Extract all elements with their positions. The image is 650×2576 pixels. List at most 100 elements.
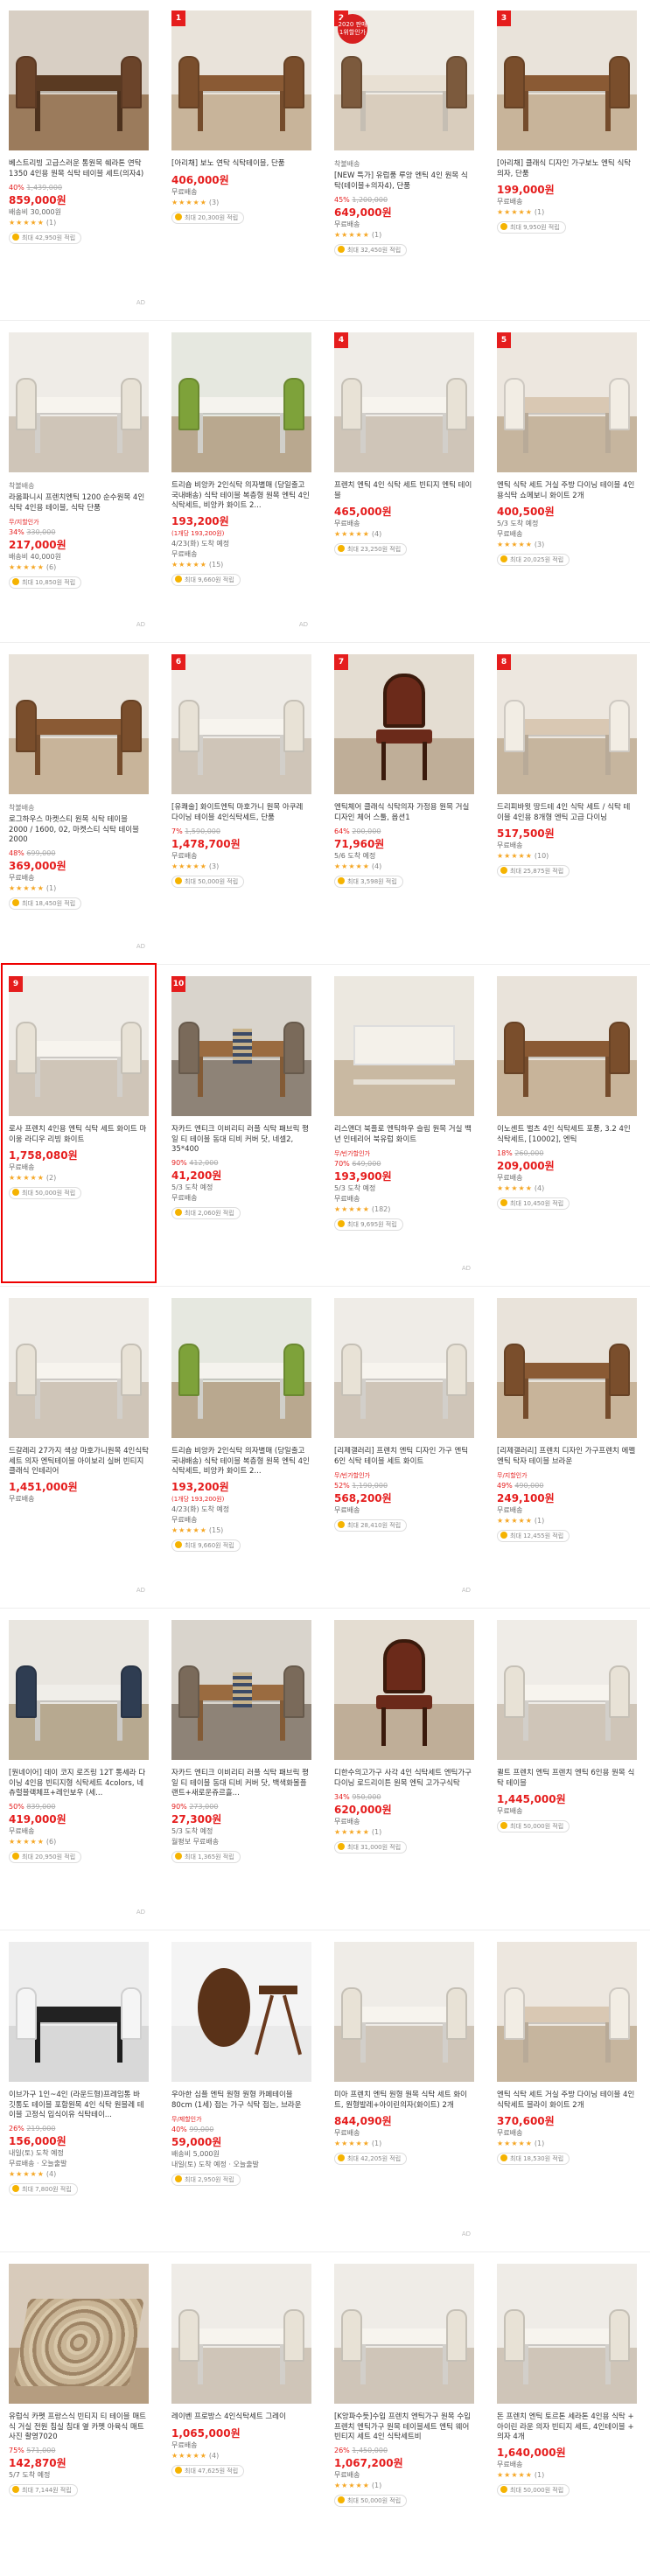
product-title[interactable]: [아리채] 클래식 디자인 가구보노 엔틱 식탁의자, 단품 <box>497 159 637 179</box>
product-title[interactable]: 드리피바윗 땅드테 4인 식탁 세트 / 식탁 테이블 4인용 8개형 엔틱 고… <box>497 803 637 823</box>
product-thumbnail[interactable]: 6 <box>171 654 311 794</box>
reward-points: 최대 47,625원 적립 <box>171 2464 245 2477</box>
product-title[interactable]: [유쾌술] 화이트엔틱 마호가니 원목 아쿠레 다이닝 테이블 4인식탁세트, … <box>171 803 311 823</box>
product-thumbnail[interactable] <box>171 2264 311 2404</box>
product-title[interactable]: 엔틱 식탁 세트 거실 주방 다이닝 테이블 4인 식탁세트 블라이 화이트 2… <box>497 2091 637 2111</box>
product-card[interactable]: 3 [아리채] 클래식 디자인 가구보노 엔틱 식탁의자, 단품 199,000원 무… <box>492 0 642 315</box>
product-thumbnail[interactable]: 4 <box>334 332 474 472</box>
product-title[interactable]: [리제갤러리] 프렌치 엔틱 디자인 가구 엔틱 6인 식탁 테이블 세트 화이… <box>334 1447 474 1467</box>
product-thumbnail[interactable]: 8 <box>497 654 637 794</box>
product-card[interactable]: 6 [유쾌술] 화이트엔틱 마호가니 원목 아쿠레 다이닝 테이블 4인식탁세트,… <box>166 644 317 959</box>
product-thumbnail[interactable]: 3 <box>497 10 637 150</box>
product-title[interactable]: [리제갤러리] 프렌치 디자인 가구프렌치 에펠 엔틱 탁자 테이블 브라운 <box>497 1447 637 1467</box>
product-thumbnail[interactable] <box>334 1942 474 2082</box>
product-thumbnail[interactable] <box>171 1942 311 2082</box>
product-card[interactable]: 자카드 엔티크 이비리티 러플 식탁 패브릭 평일 티 테이블 동대 티비 커버… <box>166 1609 317 1924</box>
product-thumbnail[interactable] <box>171 332 311 472</box>
product-thumbnail[interactable]: 1 <box>171 10 311 150</box>
product-thumbnail[interactable] <box>334 1298 474 1438</box>
product-title[interactable]: 미아 프렌치 엔틱 원형 원목 식탁 세트 화이트, 원형발레+아이린의자(화이… <box>334 2091 474 2111</box>
product-thumbnail[interactable]: 9 <box>9 976 149 1116</box>
product-card[interactable]: 유럽식 카펫 프랑스식 빈티지 티 테이블 매트 식 거실 전원 침실 침대 옆… <box>3 2253 154 2568</box>
product-card[interactable]: [리제갤러리] 프렌치 엔틱 디자인 가구 엔틱 6인 식탁 테이블 세트 화이… <box>329 1288 479 1602</box>
product-card[interactable]: 엔틱 식탁 세트 거실 주방 다이닝 테이블 4인 식탁세트 블라이 화이트 2… <box>492 1931 642 2246</box>
product-title[interactable]: 드갈레리 27가지 색상 마호가니원목 4인식탁세트 의자 엔틱테이블 아이보리… <box>9 1447 149 1476</box>
product-card[interactable]: 디한수의고가구 사각 4인 식탁세트 엔틱가구 다이닝 로드리이튼 원목 엔틱 … <box>329 1609 479 1924</box>
product-card[interactable]: 우아한 심플 엔틱 원형 원형 카페테이블 80cm (1세) 접는 가구 식탁… <box>166 1931 317 2246</box>
product-title[interactable]: 트리숍 비앙카 2인식탁 의자별매 (당일출고 국내배송) 식탁 테이블 복층형… <box>171 1447 311 1476</box>
product-thumbnail[interactable] <box>9 1942 149 2082</box>
product-thumbnail[interactable] <box>497 1942 637 2082</box>
product-card[interactable]: 착불배송 로그하우스 마켓스티 원목 식탁 테이블 2000 / 1600, 02… <box>3 644 154 959</box>
delivery-info-secondary: 무료배송 · 오늘출발 <box>9 2160 67 2168</box>
product-thumbnail[interactable]: 22020 판매 1위할인가 <box>334 10 474 150</box>
product-card[interactable]: 레이벤 프로방스 4인식탁세트 그레이 1,065,000원 무료배송 ★★★★★ (4… <box>166 2253 317 2568</box>
product-card[interactable]: 4 프렌치 엔틱 4인 식탁 세트 빈티지 엔틱 테이블 465,000원 무료배송 ★… <box>329 322 479 637</box>
product-title[interactable]: 엔틱 식탁 세트 거실 주방 다이닝 테이블 4인용식탁 쇼메보니 화이트 2개 <box>497 481 637 501</box>
product-card[interactable]: 이브가구 1인~4인 (라운드형)프레임통 바 깃통도 테이블 포함원목 4인 … <box>3 1931 154 2246</box>
product-title[interactable]: 돈 프렌치 엔틱 토르톤 세라톤 4인용 식탁 + 아이린 라운 의자 빈티지 … <box>497 2412 637 2442</box>
product-title[interactable]: 로그하우스 마켓스티 원목 식탁 테이블 2000 / 1600, 02, 마켓… <box>9 815 149 845</box>
product-thumbnail[interactable] <box>9 2264 149 2404</box>
product-title[interactable]: 라움파니시 프렌치엔틱 1200 순수원목 4인 식탁 4인용 테이블, 식탁 … <box>9 493 149 513</box>
product-title[interactable]: 트리숍 비앙카 2인식탁 의자별매 (당일출고 국내배송) 식탁 테이블 복층형… <box>171 481 311 511</box>
product-card[interactable]: 트리숍 비앙카 2인식탁 의자별매 (당일출고 국내배송) 식탁 테이블 복층형… <box>166 322 317 637</box>
product-thumbnail[interactable] <box>334 976 474 1116</box>
product-card[interactable]: 9 로사 프렌치 4인용 엔틱 식탁 세트 화이트 마이웅 라디우 리빙 화이트 1… <box>1 963 157 1283</box>
product-card[interactable]: 돈 프렌치 엔틱 토르톤 세라톤 4인용 식탁 + 아이린 라운 의자 빈티지 … <box>492 2253 642 2568</box>
product-thumbnail[interactable] <box>334 1620 474 1760</box>
product-card[interactable]: 착불배송 라움파니시 프렌치엔틱 1200 순수원목 4인 식탁 4인용 테이블,… <box>3 322 154 637</box>
product-card[interactable]: [K앙파수듯]수입 프렌치 엔틱가구 원목 수입 프렌치 엔틱가구 원목 테이블… <box>329 2253 479 2568</box>
product-title[interactable]: 레이벤 프로방스 4인식탁세트 그레이 <box>171 2412 311 2423</box>
product-thumbnail[interactable]: 10 <box>171 976 311 1116</box>
product-thumbnail[interactable] <box>497 1298 637 1438</box>
product-thumbnail[interactable]: 5 <box>497 332 637 472</box>
product-card[interactable]: 8 드리피바윗 땅드테 4인 식탁 세트 / 식탁 테이블 4인용 8개형 엔틱 … <box>492 644 642 959</box>
product-card[interactable]: 22020 판매 1위할인가착불배송 [NEW 특가] 유럽풍 루앙 엔틱 4인 … <box>329 0 479 315</box>
product-title[interactable]: 로사 프렌치 4인용 엔틱 식탁 세트 화이트 마이웅 라디우 리빙 화이트 <box>9 1125 149 1145</box>
product-title[interactable]: [NEW 특가] 유럽풍 루앙 엔틱 4인 원목 식탁(테이블+의자4), 단품 <box>334 171 474 192</box>
product-thumbnail[interactable] <box>497 2264 637 2404</box>
delivery-info: 무료배송 <box>497 2461 523 2468</box>
product-thumbnail[interactable] <box>171 1298 311 1438</box>
product-title[interactable]: 자카드 엔티크 이비리티 러플 식탁 패브릭 평일 티 테이블 동대 티비 커버… <box>171 1125 311 1155</box>
product-thumbnail[interactable]: 7 <box>334 654 474 794</box>
product-card[interactable]: 드갈레리 27가지 색상 마호가니원목 4인식탁세트 의자 엔틱테이블 아이보리… <box>3 1288 154 1602</box>
product-thumbnail[interactable] <box>497 976 637 1116</box>
product-thumbnail[interactable] <box>171 1620 311 1760</box>
product-card[interactable]: 7 엔틱체어 클래식 식탁의자 가정용 원목 거실 디자인 체어 스툴, 옵션1 6… <box>329 644 479 959</box>
product-thumbnail[interactable] <box>9 1298 149 1438</box>
photo-chair <box>178 1344 199 1396</box>
product-title[interactable]: 우아한 심플 엔틱 원형 원형 카페테이블 80cm (1세) 접는 가구 식탁… <box>171 2091 311 2111</box>
product-card[interactable]: [리제갤러리] 프렌치 디자인 가구프렌치 에펠 엔틱 탁자 테이블 브라운 무/… <box>492 1288 642 1602</box>
product-title[interactable]: 자카드 엔티크 이비리티 러플 식탁 패브릭 평일 티 테이블 동대 티비 커버… <box>171 1769 311 1798</box>
product-title[interactable]: 엔틱체어 클래식 식탁의자 가정용 원목 거실 디자인 체어 스툴, 옵션1 <box>334 803 474 823</box>
product-card[interactable]: 트리숍 비앙카 2인식탁 의자별매 (당일출고 국내배송) 식탁 테이블 복층형… <box>166 1288 317 1602</box>
product-title[interactable]: [아리채] 보노 연탁 식탁테이블, 단품 <box>171 159 311 170</box>
product-title[interactable]: 프렌치 엔틱 4인 식탁 세트 빈티지 엔틱 테이블 <box>334 481 474 501</box>
product-thumbnail[interactable] <box>497 1620 637 1760</box>
product-title[interactable]: 리스앤더 북플로 엔틱하우 슬림 원목 거실 백년 인테리어 북유럽 화이트 <box>334 1125 474 1145</box>
product-card[interactable]: [원네이어] 데이 코지 로즈링 12T 통세라 다이닝 4인용 빈티지형 식탁… <box>3 1609 154 1924</box>
product-title[interactable]: 베스트리빙 고급스러운 통원목 쉐라톤 연탁 1350 4인용 원목 식탁 테이… <box>9 159 149 179</box>
product-card[interactable]: 5 엔틱 식탁 세트 거실 주방 다이닝 테이블 4인용식탁 쇼메보니 화이트 2… <box>492 322 642 637</box>
product-title[interactable]: 유럽식 카펫 프랑스식 빈티지 티 테이블 매트 식 거실 전원 침실 침대 옆… <box>9 2412 149 2442</box>
product-card[interactable]: 퀼트 프렌치 엔틱 프렌치 엔틱 6인용 원목 식탁 테이블 1,445,000원… <box>492 1609 642 1924</box>
product-card[interactable]: 미아 프렌치 엔틱 원형 원목 식탁 세트 화이트, 원형발레+아이린의자(화이… <box>329 1931 479 2246</box>
product-card[interactable]: 리스앤더 북플로 엔틱하우 슬림 원목 거실 백년 인테리어 북유럽 화이트 무/… <box>329 966 479 1281</box>
product-title[interactable]: [K앙파수듯]수입 프렌치 엔틱가구 원목 수입 프렌치 엔틱가구 원목 테이블… <box>334 2412 474 2442</box>
product-card[interactable]: 10 자카드 엔티크 이비리티 러플 식탁 패브릭 평일 티 테이블 동대 티비 … <box>166 966 317 1281</box>
product-thumbnail[interactable] <box>9 10 149 150</box>
product-thumbnail[interactable] <box>9 1620 149 1760</box>
product-card[interactable]: 이노센트 벌츠 4인 식탁세트 포풍, 3.2 4인 식탁세트, [10002]… <box>492 966 642 1281</box>
product-title[interactable]: 이브가구 1인~4인 (라운드형)프레임통 바 깃통도 테이블 포함원목 4인 … <box>9 2091 149 2120</box>
product-thumbnail[interactable] <box>9 654 149 794</box>
product-thumbnail[interactable] <box>334 2264 474 2404</box>
product-thumbnail[interactable] <box>9 332 149 472</box>
product-title[interactable]: 이노센트 벌츠 4인 식탁세트 포풍, 3.2 4인 식탁세트, [10002]… <box>497 1125 637 1145</box>
product-title[interactable]: 퀼트 프렌치 엔틱 프렌치 엔틱 6인용 원목 식탁 테이블 <box>497 1769 637 1789</box>
product-card[interactable]: 베스트리빙 고급스러운 통원목 쉐라톤 연탁 1350 4인용 원목 식탁 테이… <box>3 0 154 315</box>
product-title[interactable]: 디한수의고가구 사각 4인 식탁세트 엔틱가구 다이닝 로드리이튼 원목 엔틱 … <box>334 1769 474 1789</box>
product-title[interactable]: [원네이어] 데이 코지 로즈링 12T 통세라 다이닝 4인용 빈티지형 식탁… <box>9 1769 149 1798</box>
product-card[interactable]: 1 [아리채] 보노 연탁 식탁테이블, 단품 406,000원 무료배송 ★★★★★(… <box>166 0 317 315</box>
